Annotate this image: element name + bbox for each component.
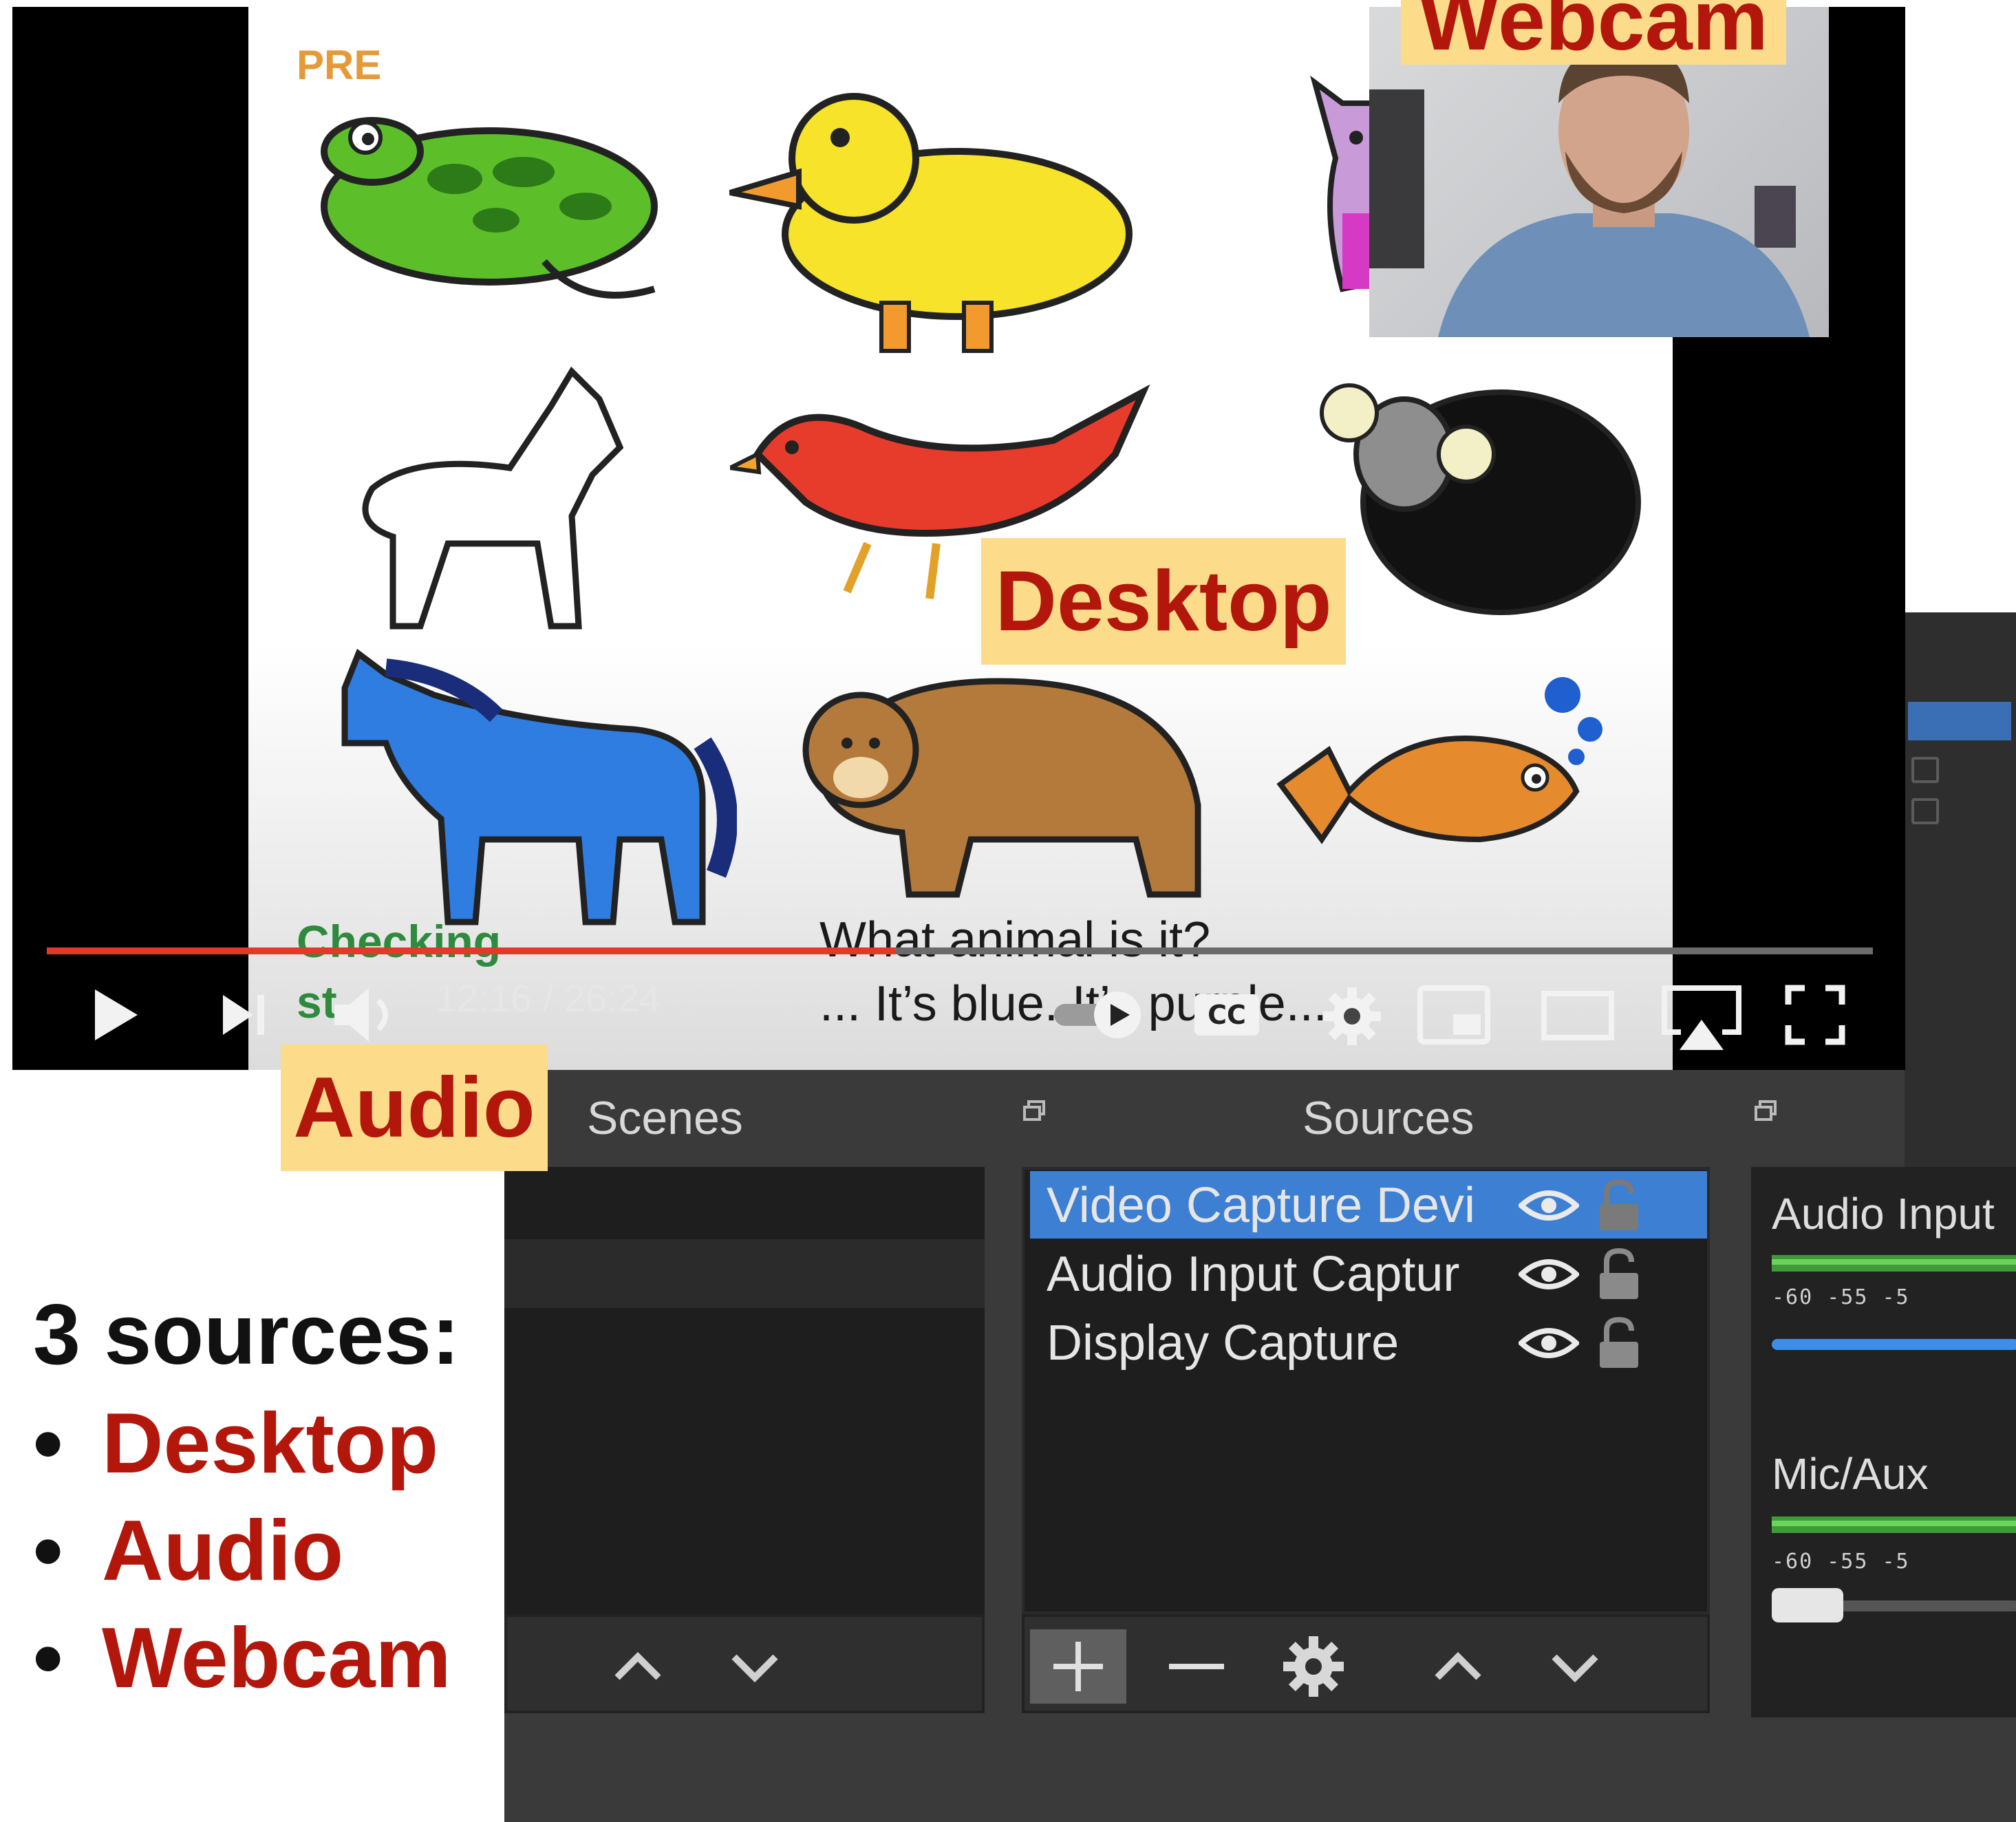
slide-corner-text-1: Checking [297, 916, 502, 967]
dog-illustration [362, 366, 624, 630]
undock-icon[interactable] [1022, 1097, 1049, 1125]
sources-list[interactable]: Video Capture Devi Audio Input Captur Di [1022, 1167, 1710, 1614]
time-display: 12:16 / 26:24 [436, 976, 661, 1020]
settings-gear-icon[interactable] [1321, 985, 1383, 1047]
volume-meter [1772, 1255, 2016, 1278]
sources-toolbar [1022, 1614, 1710, 1713]
monitor-in-background [1369, 89, 1424, 268]
eye-icon[interactable] [1519, 1254, 1579, 1295]
person-in-webcam [1438, 48, 1810, 337]
unlock-icon[interactable] [1594, 1178, 1644, 1233]
move-down-icon[interactable] [1527, 1629, 1623, 1704]
move-up-icon[interactable] [1410, 1629, 1506, 1704]
mixer-channel-label: Audio Input [1772, 1189, 1995, 1239]
fish-illustration [1276, 677, 1602, 844]
lock-icon [1911, 798, 1939, 824]
fullscreen-icon[interactable] [1784, 984, 1846, 1046]
volume-slider[interactable] [1772, 1339, 2016, 1350]
slide-caption-1: What animal is it? [819, 912, 1211, 967]
mixer-channel-label: Mic/Aux [1772, 1449, 1929, 1499]
source-label: Video Capture Devi [1047, 1178, 1476, 1233]
eye-icon[interactable] [1519, 1322, 1579, 1364]
svg-text:CC: CC [1208, 1000, 1246, 1030]
unlock-icon[interactable] [1594, 1247, 1644, 1302]
sources-dock-title: Sources [1302, 1092, 1475, 1144]
summary-item: • Webcam [33, 1611, 451, 1706]
source-properties-gear-icon[interactable] [1265, 1629, 1362, 1704]
theater-mode-icon[interactable] [1540, 989, 1616, 1044]
scenes-list[interactable] [504, 1167, 985, 1621]
video-player[interactable]: PRE What animal is it? ... It’s blue. Ch… [12, 7, 1905, 1070]
transition-selected-item[interactable] [1908, 702, 2011, 740]
volume-icon[interactable] [330, 984, 406, 1046]
source-label: Audio Input Captur [1047, 1247, 1460, 1302]
horse-illustration [341, 648, 737, 925]
unlock-icon[interactable] [1594, 1316, 1644, 1371]
scene-item-selected[interactable] [504, 1239, 985, 1308]
audio-tag: Audio [281, 1044, 548, 1171]
play-icon[interactable] [88, 984, 143, 1046]
volume-slider-handle[interactable] [1772, 1588, 1843, 1622]
source-label: Display Capture [1047, 1316, 1400, 1371]
frog-illustration [321, 117, 658, 299]
webcam-tag: Webcam [1401, 0, 1786, 65]
remove-source-icon[interactable] [1148, 1629, 1245, 1704]
cc-icon[interactable]: CC [1192, 992, 1261, 1038]
miniplayer-icon[interactable] [1416, 984, 1492, 1046]
summary-item: • Audio [33, 1503, 344, 1598]
audio-mixer: Audio Input -60 -55 -5 Mic/Aux -60 -55 -… [1751, 1167, 2016, 1717]
eye-icon[interactable] [1519, 1185, 1579, 1226]
add-source-icon[interactable] [1030, 1629, 1126, 1704]
duck-illustration [729, 93, 1133, 353]
undock-icon[interactable] [1753, 1097, 1781, 1125]
next-icon[interactable] [219, 991, 274, 1039]
source-row-display-capture[interactable]: Display Capture [1030, 1309, 1707, 1376]
sources-summary: 3 sources: • Desktop • Audio • Webcam [33, 1280, 460, 1712]
airplay-icon[interactable] [1660, 984, 1743, 1053]
desktop-tag: Desktop [981, 538, 1346, 665]
meter-ticks: -60 -55 -5 [1772, 1550, 1910, 1574]
scenes-dock-title: Scenes [587, 1092, 743, 1144]
move-up-icon[interactable] [590, 1629, 686, 1704]
sheep-illustration [1320, 383, 1641, 615]
source-row-video-capture[interactable]: Video Capture Devi [1030, 1171, 1707, 1239]
lock-icon [1911, 757, 1939, 783]
meter-ticks: -60 -55 -5 [1772, 1285, 1910, 1309]
summary-title: 3 sources: [33, 1287, 460, 1382]
progress-fill[interactable] [47, 947, 897, 954]
autoplay-toggle[interactable] [1051, 987, 1148, 1042]
slide-tag: PRE [297, 42, 382, 88]
summary-item: • Desktop [33, 1396, 439, 1491]
move-down-icon[interactable] [707, 1629, 803, 1704]
scenes-toolbar [504, 1614, 985, 1713]
source-row-audio-input[interactable]: Audio Input Captur [1030, 1240, 1707, 1307]
bear-illustration [802, 678, 1201, 898]
volume-meter [1772, 1516, 2016, 1540]
